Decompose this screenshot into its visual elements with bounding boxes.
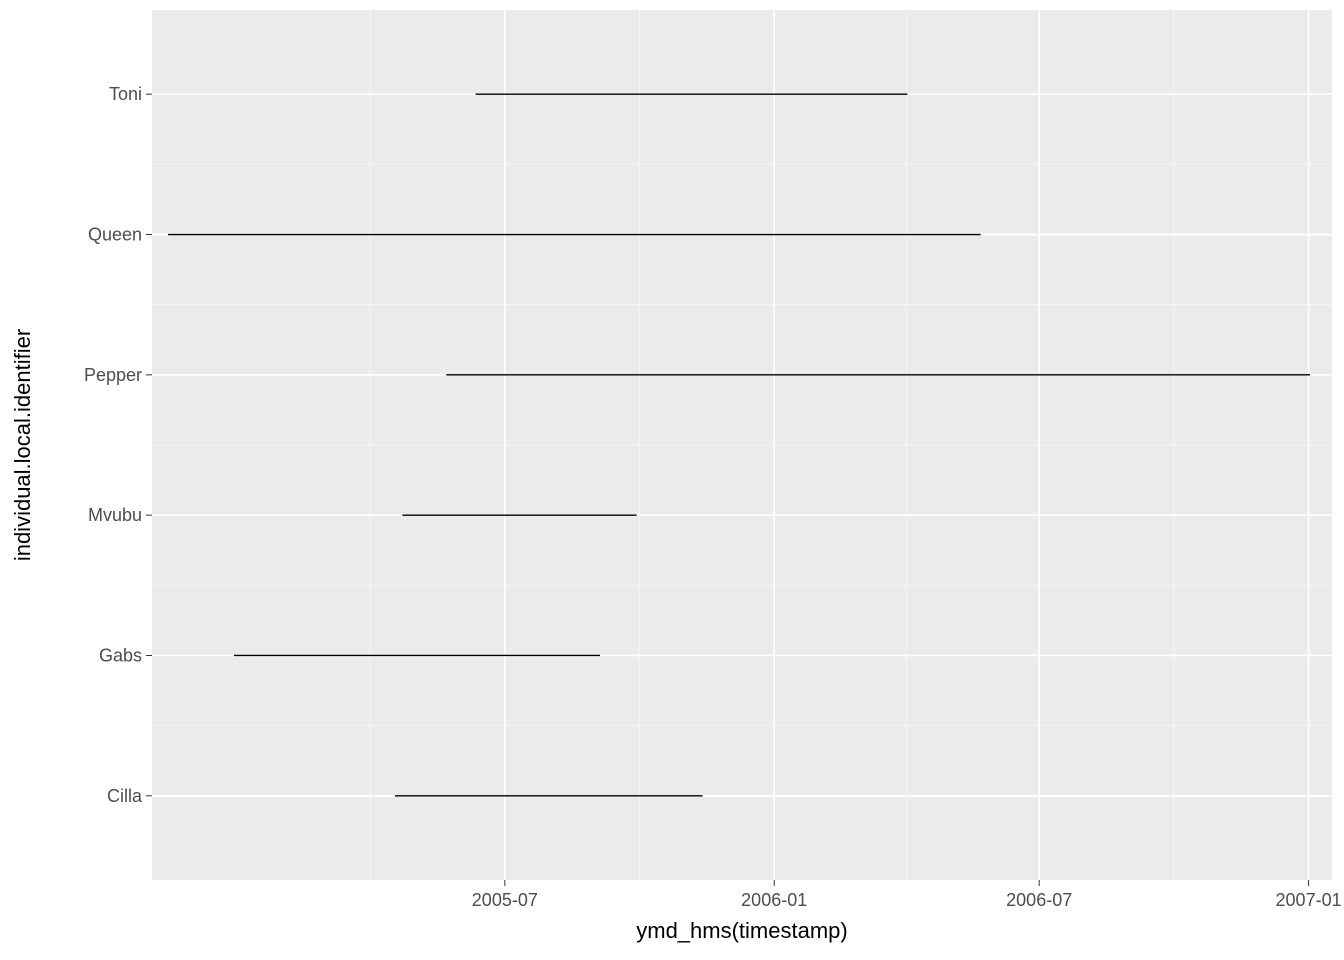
timeline-chart: 2005-07 2006-01 2006-07 2007-01 Cilla Gabs Mvu… (0, 0, 1344, 960)
y-tick-label: Queen (88, 225, 142, 245)
y-tick-label: Mvubu (88, 505, 142, 525)
y-tick-label: Toni (109, 84, 142, 104)
x-tick-label: 2006-01 (741, 890, 807, 910)
x-tick-label: 2006-07 (1006, 890, 1072, 910)
chart-svg: 2005-07 2006-01 2006-07 2007-01 Cilla Gabs Mvu… (0, 0, 1344, 960)
x-tick-label: 2005-07 (472, 890, 538, 910)
y-tick-label: Gabs (99, 645, 142, 665)
y-axis-title: individual.local.identifier (10, 329, 35, 561)
y-tick-label: Cilla (107, 786, 143, 806)
x-tick-label: 2007-01 (1276, 890, 1342, 910)
y-tick-label: Pepper (84, 365, 142, 385)
x-axis-title: ymd_hms(timestamp) (636, 918, 847, 943)
